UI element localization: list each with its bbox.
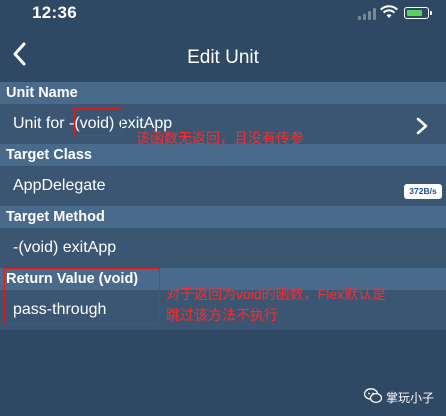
status-bar: 12:36 (0, 0, 446, 26)
annotation-note-2-line-2: 跳过该方法不执行 (166, 307, 278, 323)
battery-charging-icon (404, 7, 432, 19)
watermark-text: 掌玩小子 (386, 391, 435, 405)
target-method-row: -(void) exitApp (0, 228, 446, 268)
wifi-icon (380, 5, 398, 18)
target-method-value: -(void) exitApp (13, 239, 117, 256)
watermark: 掌玩小子 (360, 384, 446, 410)
section-header-unit-name: Unit Name (0, 82, 446, 104)
annotation-box-return-value (4, 268, 160, 324)
wechat-icon (364, 388, 382, 404)
page-title: Edit Unit (187, 47, 259, 68)
target-class-value: AppDelegate (13, 177, 106, 194)
annotation-note-1: 该函数无返回，且没有传参 (136, 130, 304, 146)
navigation-bar: Edit Unit (0, 26, 446, 82)
annotation-box-void (74, 108, 122, 136)
target-class-row: AppDelegate (0, 166, 446, 206)
annotation-note-2-line-1: 对于返回为void的函数，Flex默认是 (166, 286, 387, 302)
network-speed-badge: 372B/s (404, 184, 442, 199)
cellular-signal-icon (358, 8, 376, 20)
chevron-right-icon (416, 117, 428, 135)
section-header-target-method: Target Method (0, 206, 446, 228)
status-time: 12:36 (32, 3, 77, 22)
